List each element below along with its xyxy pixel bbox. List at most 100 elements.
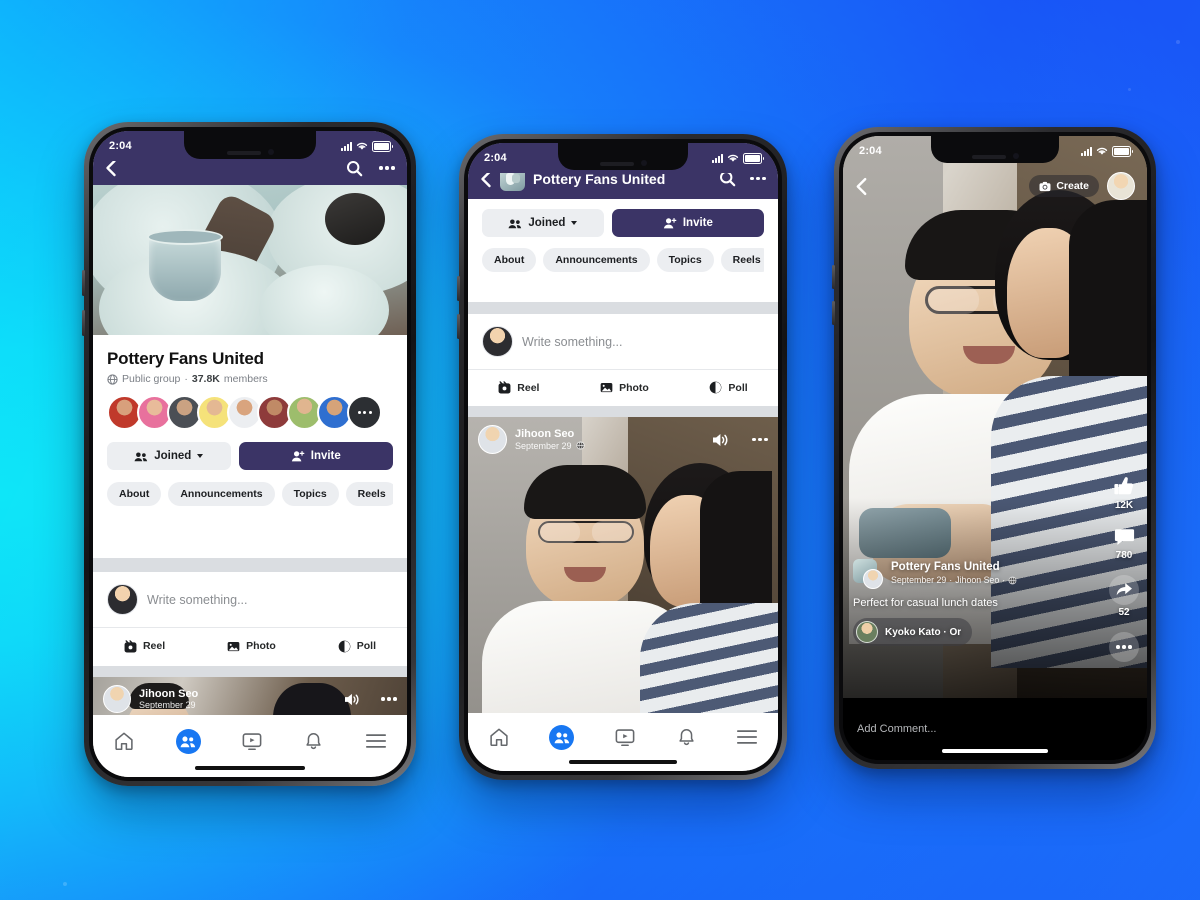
create-button[interactable]: Create <box>1029 175 1099 197</box>
volume-up-button[interactable] <box>82 270 85 296</box>
post-more-options-icon[interactable] <box>381 697 397 701</box>
group-cover-photo <box>93 185 407 335</box>
composer-poll-label: Poll <box>356 640 376 652</box>
post-more-options-icon[interactable] <box>752 437 768 442</box>
reel-separator-2: · <box>1002 575 1006 586</box>
invite-button[interactable]: Invite <box>611 209 764 237</box>
joined-button[interactable]: Joined <box>482 209 604 237</box>
reel-tag-pill[interactable]: Kyoko Kato · Or <box>853 618 973 646</box>
composer-photo-label: Photo <box>246 640 276 652</box>
phone3-screen: 2:04 Create 12K 780 52 Pottery Fans Unit… <box>843 136 1147 760</box>
group-name: Pottery Fans United <box>107 349 264 368</box>
volume-up-button[interactable] <box>457 276 460 301</box>
nav-home[interactable] <box>113 730 135 752</box>
composer-poll-button[interactable]: Poll <box>709 381 748 394</box>
nav-notifications[interactable] <box>303 731 324 752</box>
photo-icon <box>600 383 613 393</box>
notch <box>184 131 316 159</box>
composer-reel-button[interactable]: Reel <box>124 639 165 653</box>
volume-down-button[interactable] <box>82 310 85 336</box>
composer-placeholder[interactable]: Write something... <box>522 335 623 349</box>
tab-reels[interactable]: Reels <box>345 482 393 506</box>
volume-down-button[interactable] <box>832 301 835 325</box>
tab-about[interactable]: About <box>482 248 537 272</box>
composer-reel-button[interactable]: Reel <box>498 381 539 394</box>
tag-avatar <box>856 621 878 643</box>
back-chevron-icon[interactable] <box>855 177 868 196</box>
user-avatar[interactable] <box>107 584 138 615</box>
speaker-on-icon[interactable] <box>712 432 730 448</box>
share-count: 52 <box>1118 607 1130 618</box>
tab-topics[interactable]: Topics <box>656 248 714 272</box>
notch <box>931 136 1059 163</box>
composer-placeholder[interactable]: Write something... <box>147 593 248 607</box>
add-person-icon <box>291 451 305 462</box>
reel-top-bar: Create <box>843 172 1147 200</box>
joined-button[interactable]: Joined <box>107 442 231 470</box>
composer-photo-button[interactable]: Photo <box>600 381 649 394</box>
nav-menu[interactable] <box>365 732 387 750</box>
tab-announcements[interactable]: Announcements <box>168 482 275 506</box>
reel-separator: · <box>949 575 953 586</box>
reel-group-name: Pottery Fans United <box>891 561 1000 574</box>
like-button[interactable]: 12K <box>1112 474 1136 511</box>
poll-icon <box>338 640 351 652</box>
member-avatars-row[interactable] <box>107 395 393 430</box>
reel-tag-label: Kyoko Kato · Or <box>885 626 962 638</box>
like-count: 12K <box>1114 500 1134 511</box>
profile-avatar[interactable] <box>1107 172 1135 200</box>
post-author-name: Jihoon Seo <box>139 687 199 700</box>
nav-groups[interactable] <box>175 728 201 754</box>
post-header: Jihoon Seo September 29 <box>468 417 778 462</box>
more-members-avatar[interactable] <box>347 395 382 430</box>
poll-icon <box>710 381 722 394</box>
create-label: Create <box>1056 180 1089 192</box>
phone2-screen: 2:04 Pottery Fans United Joined Invite A… <box>468 143 778 771</box>
dust-speck <box>63 882 67 886</box>
tab-announcements[interactable]: Announcements <box>543 248 650 272</box>
post-author-avatar[interactable] <box>103 685 131 713</box>
earpiece-speaker <box>599 162 634 166</box>
speaker-on-icon[interactable] <box>344 692 361 707</box>
nav-watch[interactable] <box>241 730 263 752</box>
nav-groups[interactable] <box>549 724 575 750</box>
back-chevron-icon[interactable] <box>105 159 117 177</box>
volume-down-button[interactable] <box>457 314 460 339</box>
dust-speck <box>1128 88 1131 91</box>
invite-label: Invite <box>682 217 713 229</box>
more-options-icon[interactable] <box>750 176 766 181</box>
composer-poll-button[interactable]: Poll <box>338 640 376 653</box>
composer-photo-button[interactable]: Photo <box>227 640 276 653</box>
post-date: September 29 <box>515 441 585 451</box>
user-avatar[interactable] <box>482 326 513 357</box>
group-tabs: About Announcements Topics Reels <box>107 482 393 506</box>
status-time: 2:04 <box>109 140 132 152</box>
comment-count: 780 <box>1115 550 1133 561</box>
group-action-buttons: Joined Invite <box>482 209 764 237</box>
tab-about[interactable]: About <box>107 482 162 506</box>
camera-icon <box>1039 181 1051 191</box>
search-icon[interactable] <box>346 160 363 177</box>
nav-watch[interactable] <box>614 726 636 748</box>
post-author-avatar[interactable] <box>478 425 507 454</box>
section-divider <box>93 558 407 572</box>
tab-topics[interactable]: Topics <box>281 482 339 506</box>
invite-button[interactable]: Invite <box>238 442 393 470</box>
share-arrow-icon <box>1116 583 1132 596</box>
reel-group-row[interactable]: Pottery Fans United September 29 · Jihoo… <box>853 559 1091 589</box>
members-label: members <box>223 373 268 385</box>
nav-menu[interactable] <box>736 728 758 746</box>
nav-notifications[interactable] <box>676 727 697 748</box>
share-button[interactable]: 52 <box>1109 575 1139 618</box>
reel-more-button[interactable] <box>1109 632 1139 662</box>
phone1-screen: 2:04 Pottery Fans United Public group · … <box>93 131 407 777</box>
tab-reels[interactable]: Reels <box>720 248 764 272</box>
more-options-icon[interactable] <box>379 166 395 170</box>
section-divider <box>468 406 778 417</box>
home-indicator <box>942 749 1048 753</box>
comment-button[interactable]: 780 <box>1113 525 1136 561</box>
reel-date: September 29 <box>891 575 947 586</box>
reel-icon <box>124 639 137 652</box>
volume-up-button[interactable] <box>832 265 835 289</box>
nav-home[interactable] <box>488 726 510 748</box>
